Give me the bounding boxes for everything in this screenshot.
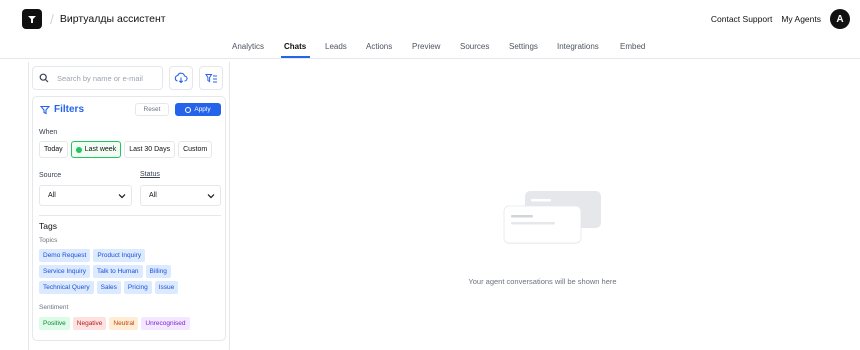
tab-chats[interactable]: Chats — [284, 42, 306, 51]
tab-actions[interactable]: Actions — [366, 42, 392, 51]
when-label: When — [39, 129, 58, 136]
search-input[interactable] — [57, 73, 157, 83]
nav-tabs: Analytics Chats Leads Actions Preview So… — [0, 38, 860, 59]
status-label: Status — [140, 171, 160, 178]
tag-demo-request[interactable]: Demo Request — [39, 249, 91, 262]
selected-dot-icon — [75, 146, 82, 153]
topics-row: Technical Query Sales Pricing Issue — [39, 281, 179, 294]
app-logo-icon[interactable] — [22, 9, 42, 29]
download-button[interactable] — [169, 66, 193, 90]
tag-pricing[interactable]: Pricing — [123, 281, 152, 294]
cloud-download-icon — [174, 72, 188, 84]
chevron-down-icon — [207, 193, 215, 198]
filters-header: Filters — [40, 104, 84, 115]
tag-talk-to-human[interactable]: Talk to Human — [93, 265, 143, 278]
filter-list-icon — [204, 73, 217, 82]
top-bar: / Виртуалды ассистент Contact Support My… — [0, 0, 860, 38]
reset-button[interactable]: Reset — [135, 103, 169, 116]
tab-embed[interactable]: Embed — [620, 42, 645, 51]
breadcrumb-separator: / — [50, 11, 54, 27]
when-option-last-week[interactable]: Last week — [70, 141, 122, 158]
topics-row: Service Inquiry Talk to Human Billing — [39, 265, 171, 278]
topics-label: Topics — [39, 237, 58, 244]
search-icon — [39, 73, 49, 83]
status-select-value: All — [149, 192, 157, 199]
when-options: Today Last week Last 30 Days Custom — [39, 141, 213, 158]
tag-positive[interactable]: Positive — [39, 317, 70, 330]
tags-title: Tags — [39, 221, 57, 231]
divider — [39, 215, 221, 216]
tag-issue[interactable]: Issue — [154, 281, 179, 294]
empty-state-message: Your agent conversations will be shown h… — [468, 277, 617, 286]
source-select-value: All — [48, 192, 56, 199]
tag-neutral[interactable]: Neutral — [109, 317, 139, 330]
tab-leads[interactable]: Leads — [325, 42, 347, 51]
when-option-custom[interactable]: Custom — [178, 141, 213, 158]
avatar[interactable]: A — [830, 9, 850, 29]
funnel-icon — [40, 105, 50, 114]
tag-sales[interactable]: Sales — [96, 281, 121, 294]
empty-chats-illustration — [503, 191, 601, 244]
source-label: Source — [39, 172, 62, 179]
agent-title: Виртуалды ассистент — [59, 13, 166, 25]
tab-analytics[interactable]: Analytics — [232, 42, 264, 51]
sentiment-label: Sentiment — [39, 304, 69, 311]
filters-popover: Filters Reset Apply When Today Last week… — [32, 96, 226, 341]
tag-unrecognised[interactable]: Unrecognised — [141, 317, 190, 330]
tag-billing[interactable]: Billing — [145, 265, 171, 278]
tag-technical-query[interactable]: Technical Query — [39, 281, 94, 294]
when-option-last-30-days[interactable]: Last 30 Days — [124, 141, 176, 158]
contact-support-link[interactable]: Contact Support — [711, 14, 772, 24]
search-box — [32, 66, 163, 90]
chevron-down-icon — [118, 193, 126, 198]
filters-title: Filters — [54, 104, 85, 115]
apply-label: Apply — [194, 106, 211, 113]
status-select[interactable]: All — [140, 185, 221, 206]
when-option-label: Last week — [84, 146, 117, 153]
topics-row: Demo Request Product Inquiry — [39, 249, 146, 262]
apply-icon — [185, 106, 192, 113]
tab-preview[interactable]: Preview — [412, 42, 440, 51]
tag-service-inquiry[interactable]: Service Inquiry — [39, 265, 90, 278]
tag-product-inquiry[interactable]: Product Inquiry — [93, 249, 146, 262]
source-select[interactable]: All — [39, 185, 132, 206]
apply-button[interactable]: Apply — [175, 103, 221, 116]
when-option-today[interactable]: Today — [39, 141, 68, 158]
sentiment-row: Positive Negative Neutral Unrecognised — [39, 317, 190, 330]
tab-sources[interactable]: Sources — [460, 42, 489, 51]
filter-toggle-button[interactable] — [199, 66, 223, 90]
tab-settings[interactable]: Settings — [509, 42, 538, 51]
tab-integrations[interactable]: Integrations — [557, 42, 599, 51]
my-agents-link[interactable]: My Agents — [781, 14, 821, 24]
active-tab-indicator — [281, 56, 310, 58]
tag-negative[interactable]: Negative — [72, 317, 107, 330]
